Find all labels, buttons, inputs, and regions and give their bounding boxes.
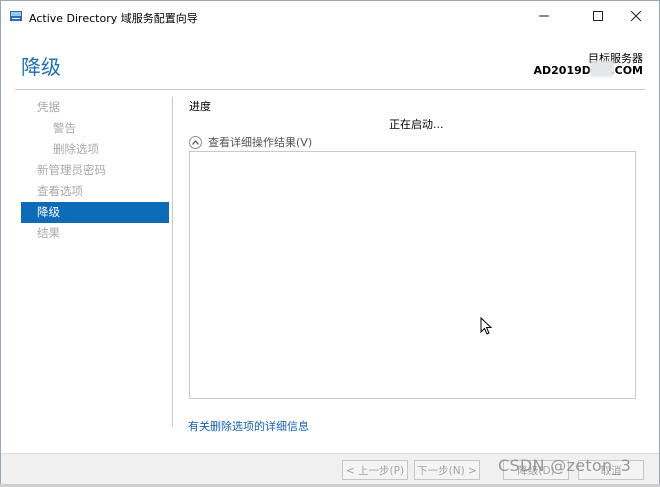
- nav-divider: [172, 97, 173, 427]
- nav-item-demotion[interactable]: 降级: [21, 202, 169, 223]
- wizard-nav: 凭据 警告 删除选项 新管理员密码 查看选项 降级 结果: [21, 97, 169, 244]
- title-bar[interactable]: Active Directory 域服务配置向导: [1, 1, 659, 33]
- nav-item-warnings[interactable]: 警告: [21, 118, 169, 139]
- operation-results-box[interactable]: [189, 151, 636, 399]
- next-button[interactable]: 下一步(N) >: [414, 460, 480, 480]
- details-expander[interactable]: 查看详细操作结果(V): [189, 134, 312, 150]
- maximize-icon: [593, 10, 603, 24]
- target-server-value: AD2019DC0 .COM: [533, 64, 644, 77]
- nav-item-removal-options[interactable]: 删除选项: [21, 139, 169, 160]
- close-icon: [630, 10, 642, 24]
- chevron-up-icon: [189, 135, 202, 149]
- expander-label: 查看详细操作结果(V): [208, 136, 313, 149]
- minimize-button[interactable]: [521, 1, 567, 33]
- more-info-link[interactable]: 有关删除选项的详细信息: [188, 418, 309, 434]
- redaction-blur: [590, 61, 614, 77]
- wizard-header: 降级 目标服务器 AD2019DC0 .COM: [1, 33, 659, 89]
- nav-item-new-admin-password[interactable]: 新管理员密码: [21, 160, 169, 181]
- nav-item-credentials[interactable]: 凭据: [21, 97, 169, 118]
- close-button[interactable]: [613, 1, 659, 33]
- watermark: CSDN @zeton_3: [498, 456, 632, 475]
- page-title: 降级: [21, 55, 61, 79]
- server-wizard-icon: [9, 9, 23, 23]
- minimize-icon: [539, 11, 549, 24]
- wizard-window: Active Directory 域服务配置向导 降级 目标服务器 AD2019…: [0, 0, 660, 487]
- progress-status: 正在启动...: [389, 118, 444, 131]
- nav-item-results[interactable]: 结果: [21, 223, 169, 244]
- nav-item-review-options[interactable]: 查看选项: [21, 181, 169, 202]
- section-title: 进度: [189, 100, 211, 113]
- window-title: Active Directory 域服务配置向导: [29, 12, 198, 25]
- mouse-pointer-icon: [480, 316, 494, 340]
- header-divider: [15, 89, 645, 90]
- previous-button[interactable]: < 上一步(P): [342, 460, 408, 480]
